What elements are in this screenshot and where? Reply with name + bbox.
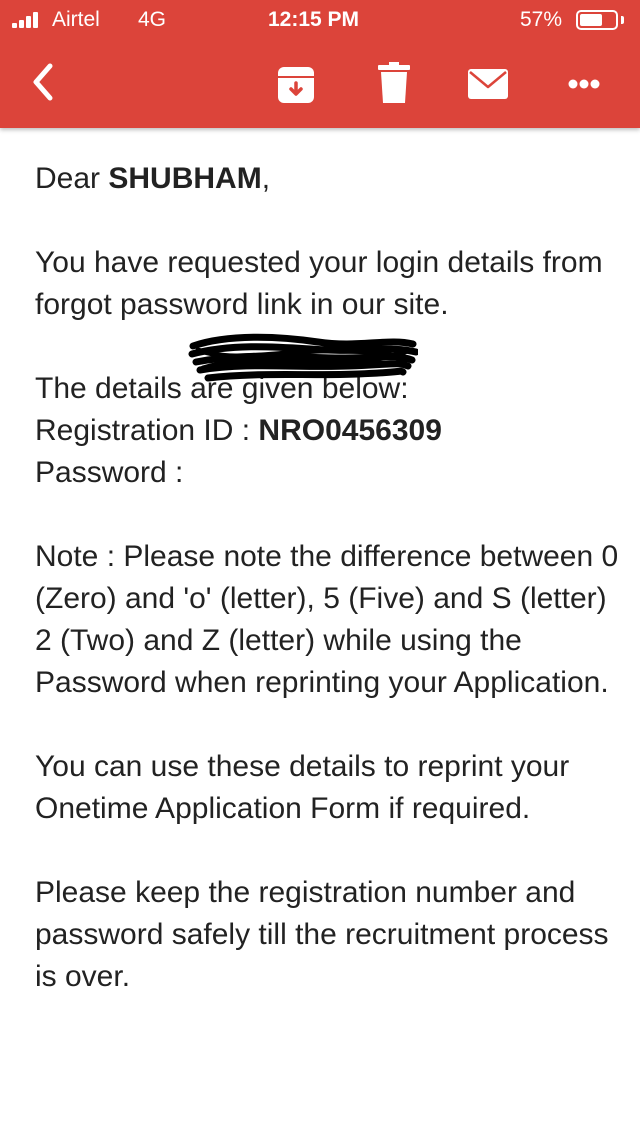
registration-label: Registration ID : [35, 414, 259, 447]
back-button[interactable] [28, 60, 76, 104]
mark-unread-button[interactable] [464, 62, 512, 106]
delete-button[interactable] [370, 62, 418, 106]
status-bar: Airtel 4G 12:15 PM 57% [0, 0, 640, 40]
more-icon [568, 79, 600, 89]
archive-button[interactable] [272, 62, 320, 106]
registration-id: NRO0456309 [258, 414, 442, 447]
signal-strength-icon [12, 12, 46, 28]
status-time: 12:15 PM [268, 8, 360, 31]
registration-line: Registration ID : NRO0456309 [35, 410, 620, 452]
network-type: 4G [138, 8, 167, 31]
envelope-icon [468, 69, 508, 99]
keep-safe-paragraph: Please keep the registration number and … [35, 876, 609, 993]
recipient-name: SHUBHAM [108, 162, 262, 195]
reprint-paragraph: You can use these details to reprint you… [35, 750, 570, 825]
battery-percent: 57% [520, 8, 563, 31]
battery-icon [576, 10, 618, 30]
password-line: Password : [35, 452, 620, 494]
redaction-scribble [188, 333, 418, 382]
app-header: Airtel 4G 12:15 PM 57% [0, 0, 640, 128]
more-options-button[interactable] [562, 62, 610, 106]
note-paragraph: Note : Please note the difference betwee… [35, 540, 619, 699]
email-body: Dear SHUBHAM, You have requested your lo… [35, 158, 620, 1040]
password-label: Password : [35, 456, 184, 489]
request-paragraph: You have requested your login details fr… [35, 246, 603, 321]
back-arrow-icon [33, 63, 53, 101]
archive-icon [278, 67, 314, 103]
trash-icon [378, 62, 410, 103]
greeting: Dear SHUBHAM, [35, 162, 271, 195]
carrier-name: Airtel [52, 8, 100, 31]
